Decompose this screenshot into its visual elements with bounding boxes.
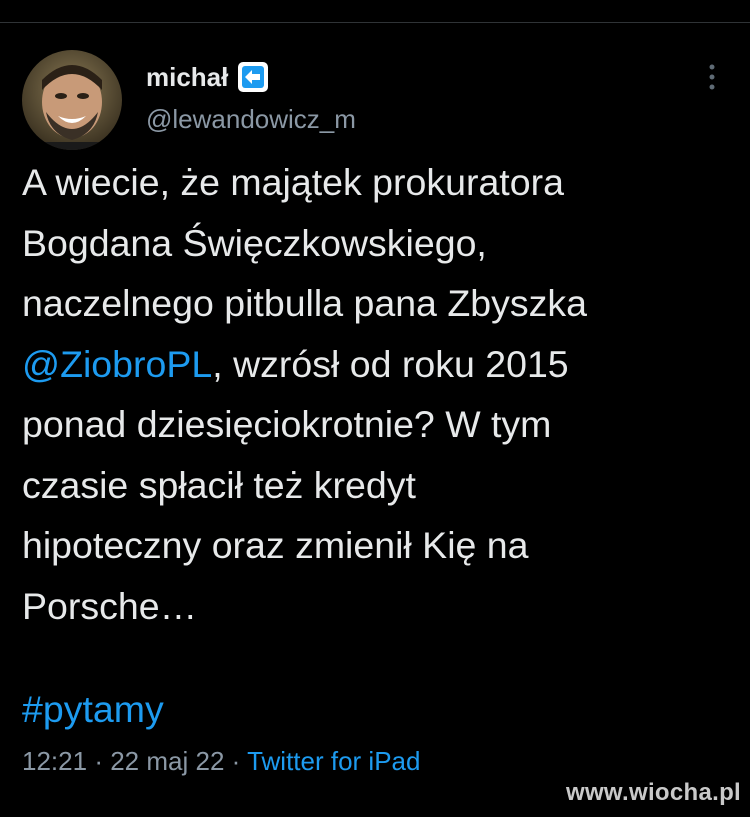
tweet-line: A wiecie, że majątek prokuratora xyxy=(22,161,564,203)
tweet-line: Porsche… xyxy=(22,584,198,627)
tweet-meta: 12:21 · 22 maj 22 · Twitter for iPad xyxy=(22,746,420,777)
avatar-photo xyxy=(22,50,122,150)
top-divider xyxy=(0,22,750,23)
tweet-line: hipoteczny oraz zmienił Kię na xyxy=(22,524,529,566)
tweet-line: ponad dziesięciokrotnie? W tym xyxy=(22,403,552,445)
tweet-line: Bogdana Święczkowskiego, xyxy=(22,221,487,264)
tweet-line-rest: , wzrósł od roku 2015 xyxy=(212,342,569,385)
meta-separator: · xyxy=(94,746,103,776)
tweet-line: czasie spłacił też kredyt xyxy=(22,463,416,506)
tweet-time[interactable]: 12:21 xyxy=(22,746,87,776)
more-options-button[interactable] xyxy=(700,60,724,94)
tweet-text: A wiecie, że majątek prokuratora Bogdana… xyxy=(22,152,737,636)
mention-link[interactable]: @ZiobroPL xyxy=(22,343,212,385)
tweet-date[interactable]: 22 maj 22 xyxy=(110,746,224,776)
avatar[interactable] xyxy=(22,50,122,150)
author-handle[interactable]: @lewandowicz_m xyxy=(146,104,356,135)
watermark: www.wiocha.pl xyxy=(566,779,742,806)
hashtag-row: #pytamy xyxy=(22,684,164,734)
more-vertical-icon xyxy=(709,64,715,90)
arrow-left-icon xyxy=(238,62,269,92)
author-display-name[interactable]: michał xyxy=(146,62,228,93)
tweet-line: naczelnego pitbulla pana Zbyszka xyxy=(22,282,587,324)
tweet-line-with-mention: @ZiobroPL, wzrósł od roku 2015 xyxy=(22,334,737,395)
meta-separator: · xyxy=(231,746,241,776)
hashtag-link[interactable]: #pytamy xyxy=(22,688,164,730)
tweet-source-link[interactable]: Twitter for iPad xyxy=(247,746,420,776)
author-name-row[interactable]: michał xyxy=(146,60,269,94)
